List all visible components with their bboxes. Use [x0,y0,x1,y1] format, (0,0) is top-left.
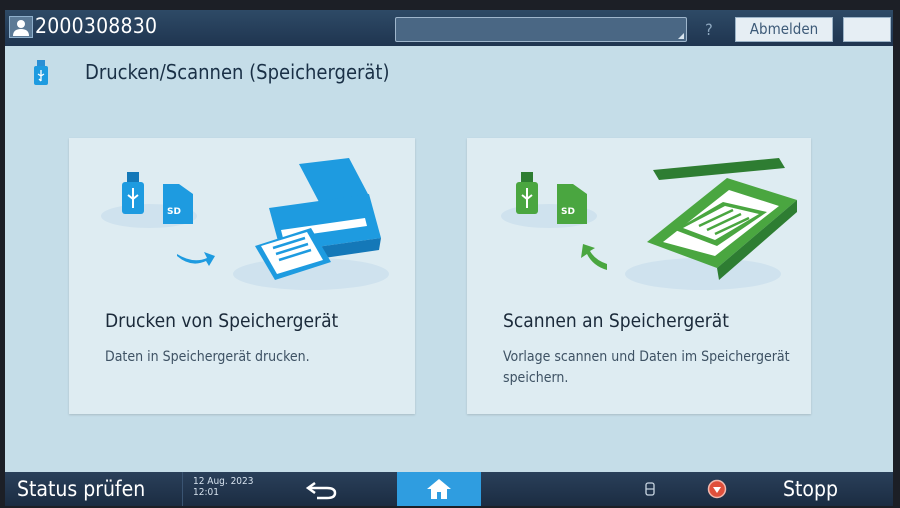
home-button[interactable] [397,472,481,506]
stop-button[interactable]: Stopp [783,472,853,506]
time-text: 12:01 [193,487,219,498]
sleep-button[interactable] [843,17,891,42]
printer-icon [255,158,381,280]
user-id: 2000308830 [35,14,158,38]
card-title: Scannen an Speichergerät [503,310,729,332]
top-bar: 2000308830 ? Abmelden [5,10,893,46]
usb-icon [516,172,538,214]
date-time: 12 Aug. 2023 12:01 [193,476,253,498]
status-check-button[interactable]: Status prüfen [5,472,183,506]
print-from-storage-card[interactable]: SD Drucken von Speichergerät Daten in Sp… [69,138,415,414]
scan-to-storage-card[interactable]: SD Scannen an Speichergerät Vorlage scan… [467,138,811,414]
arrow-back-icon [581,244,607,270]
page-title: Drucken/Scannen (Speichergerät) [85,60,390,84]
back-arrow-icon[interactable] [305,478,339,500]
svg-text:SD: SD [561,207,575,217]
sd-card-icon: SD [557,184,587,224]
svg-text:SD: SD [167,207,181,217]
help-button[interactable]: ? [691,17,727,42]
arrow-right-icon [177,252,215,266]
resize-corner-icon [678,33,684,39]
logout-button[interactable]: Abmelden [735,17,833,42]
storage-icon [645,482,655,496]
print-illustration: SD [101,158,389,290]
usb-icon [122,172,144,214]
card-description: Daten in Speichergerät drucken. [105,349,310,365]
bottom-bar: Status prüfen 12 Aug. 2023 12:01 Stopp [5,472,893,506]
stop-icon[interactable] [707,479,727,499]
usb-icon [34,60,48,85]
card-title: Drucken von Speichergerät [105,310,339,332]
moon-icon [862,23,869,37]
message-field[interactable] [395,17,687,42]
user-icon[interactable] [9,16,33,38]
card-description: Vorlage scannen und Daten im Speicherger… [503,349,790,386]
home-icon [427,479,451,499]
printer-panel-screen: 2000308830 ? Abmelden Drucken/Scannen (S… [5,10,893,506]
scan-illustration: SD [501,158,797,290]
sd-card-icon: SD [163,184,193,224]
date-text: 12 Aug. 2023 [193,476,254,487]
